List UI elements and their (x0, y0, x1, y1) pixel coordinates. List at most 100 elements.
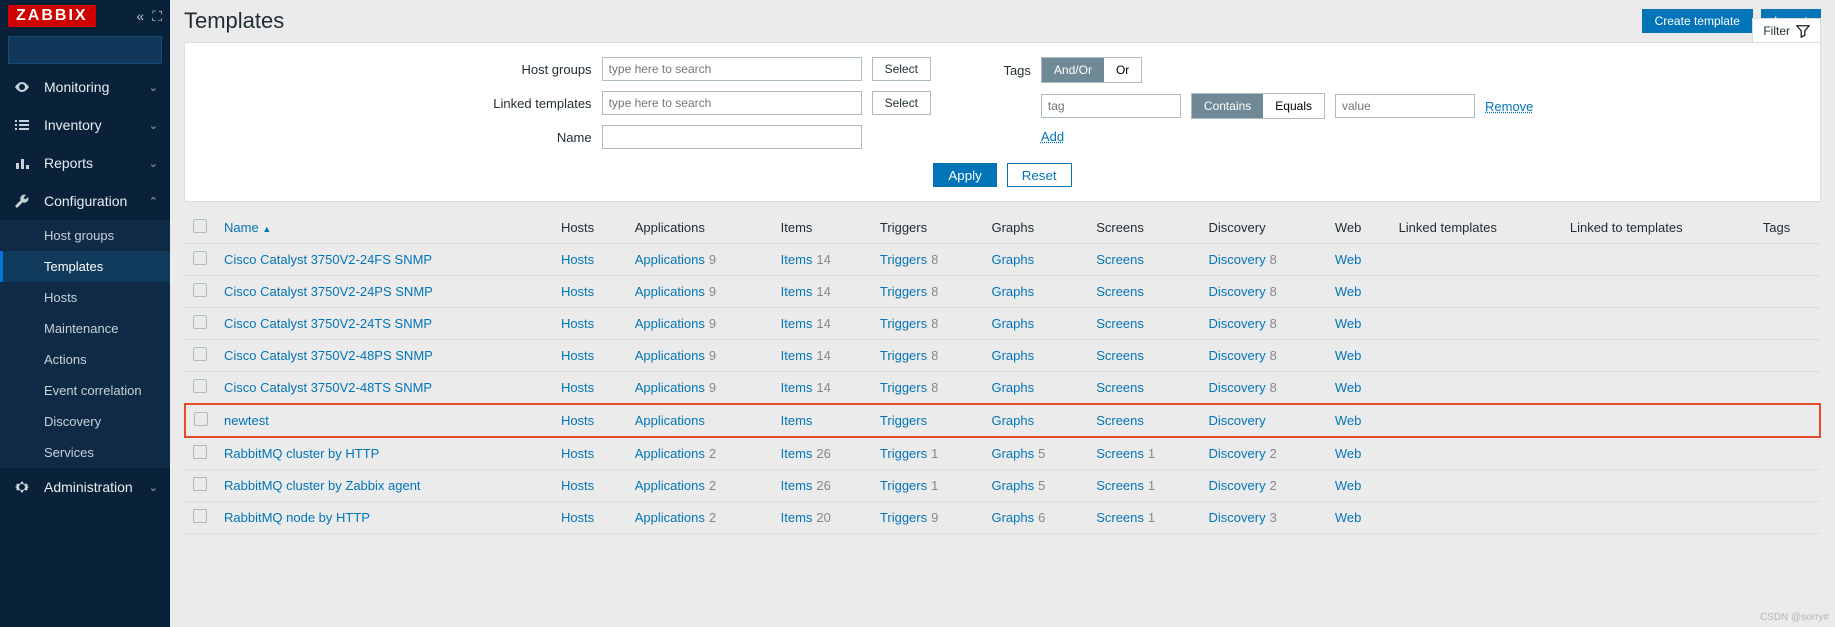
andor-option-1[interactable]: Or (1104, 58, 1141, 82)
apply-button[interactable]: Apply (933, 163, 996, 187)
sidebar-item-discovery[interactable]: Discovery (0, 406, 170, 437)
items-link[interactable]: Items (781, 252, 813, 267)
screens-link[interactable]: Screens (1096, 446, 1144, 461)
applications-link[interactable]: Applications (635, 284, 705, 299)
add-tag-link[interactable]: Add (1041, 129, 1064, 144)
select-all-checkbox[interactable] (193, 219, 207, 233)
linked-templates-select-button[interactable]: Select (872, 91, 931, 115)
triggers-link[interactable]: Triggers (880, 446, 927, 461)
hosts-link[interactable]: Hosts (561, 284, 594, 299)
col-linked-templates[interactable]: Linked templates (1391, 212, 1562, 244)
col-graphs[interactable]: Graphs (983, 212, 1088, 244)
template-name-link[interactable]: Cisco Catalyst 3750V2-24TS SNMP (224, 316, 432, 331)
triggers-link[interactable]: Triggers (880, 252, 927, 267)
filter-tab[interactable]: Filter (1752, 18, 1821, 42)
screens-link[interactable]: Screens (1096, 510, 1144, 525)
discovery-link[interactable]: Discovery (1209, 348, 1266, 363)
col-items[interactable]: Items (773, 212, 872, 244)
discovery-link[interactable]: Discovery (1209, 478, 1266, 493)
hosts-link[interactable]: Hosts (561, 316, 594, 331)
triggers-link[interactable]: Triggers (880, 413, 927, 428)
contains-option-1[interactable]: Equals (1263, 94, 1324, 118)
search-input[interactable] (15, 43, 192, 58)
sidebar-section-administration[interactable]: Administration⌄ (0, 468, 170, 506)
triggers-link[interactable]: Triggers (880, 478, 927, 493)
web-link[interactable]: Web (1335, 316, 1362, 331)
web-link[interactable]: Web (1335, 510, 1362, 525)
template-name-link[interactable]: Cisco Catalyst 3750V2-48TS SNMP (224, 380, 432, 395)
hosts-link[interactable]: Hosts (561, 380, 594, 395)
template-name-link[interactable]: Cisco Catalyst 3750V2-24FS SNMP (224, 252, 432, 267)
col-linked-to-templates[interactable]: Linked to templates (1562, 212, 1755, 244)
sidebar-item-services[interactable]: Services (0, 437, 170, 468)
web-link[interactable]: Web (1335, 252, 1362, 267)
graphs-link[interactable]: Graphs (991, 252, 1034, 267)
graphs-link[interactable]: Graphs (991, 284, 1034, 299)
applications-link[interactable]: Applications (635, 413, 705, 428)
discovery-link[interactable]: Discovery (1209, 316, 1266, 331)
graphs-link[interactable]: Graphs (991, 478, 1034, 493)
triggers-link[interactable]: Triggers (880, 284, 927, 299)
discovery-link[interactable]: Discovery (1209, 413, 1266, 428)
tag-name-input[interactable] (1041, 94, 1181, 118)
hosts-link[interactable]: Hosts (561, 252, 594, 267)
hosts-link[interactable]: Hosts (561, 510, 594, 525)
applications-link[interactable]: Applications (635, 478, 705, 493)
applications-link[interactable]: Applications (635, 446, 705, 461)
sidebar-section-reports[interactable]: Reports⌄ (0, 144, 170, 182)
linked-templates-input[interactable] (602, 91, 862, 115)
screens-link[interactable]: Screens (1096, 316, 1144, 331)
name-filter-input[interactable] (602, 125, 862, 149)
graphs-link[interactable]: Graphs (991, 446, 1034, 461)
sidebar-item-hosts[interactable]: Hosts (0, 282, 170, 313)
col-discovery[interactable]: Discovery (1201, 212, 1327, 244)
col-triggers[interactable]: Triggers (872, 212, 984, 244)
row-checkbox[interactable] (193, 251, 207, 265)
graphs-link[interactable]: Graphs (991, 380, 1034, 395)
triggers-link[interactable]: Triggers (880, 380, 927, 395)
applications-link[interactable]: Applications (635, 252, 705, 267)
items-link[interactable]: Items (781, 284, 813, 299)
items-link[interactable]: Items (781, 510, 813, 525)
web-link[interactable]: Web (1335, 284, 1362, 299)
items-link[interactable]: Items (781, 348, 813, 363)
applications-link[interactable]: Applications (635, 380, 705, 395)
contains-option-0[interactable]: Contains (1192, 94, 1263, 118)
row-checkbox[interactable] (194, 412, 208, 426)
discovery-link[interactable]: Discovery (1209, 510, 1266, 525)
triggers-link[interactable]: Triggers (880, 316, 927, 331)
reset-button[interactable]: Reset (1007, 163, 1072, 187)
screens-link[interactable]: Screens (1096, 348, 1144, 363)
sidebar-item-event-correlation[interactable]: Event correlation (0, 375, 170, 406)
row-checkbox[interactable] (193, 379, 207, 393)
row-checkbox[interactable] (193, 347, 207, 361)
create-template-button[interactable]: Create template (1642, 9, 1753, 33)
screens-link[interactable]: Screens (1096, 252, 1144, 267)
screens-link[interactable]: Screens (1096, 478, 1144, 493)
triggers-link[interactable]: Triggers (880, 510, 927, 525)
template-name-link[interactable]: Cisco Catalyst 3750V2-48PS SNMP (224, 348, 433, 363)
tag-value-input[interactable] (1335, 94, 1475, 118)
host-groups-input[interactable] (602, 57, 862, 81)
applications-link[interactable]: Applications (635, 510, 705, 525)
graphs-link[interactable]: Graphs (991, 348, 1034, 363)
row-checkbox[interactable] (193, 283, 207, 297)
col-tags[interactable]: Tags (1755, 212, 1820, 244)
discovery-link[interactable]: Discovery (1209, 252, 1266, 267)
screens-link[interactable]: Screens (1096, 413, 1144, 428)
items-link[interactable]: Items (781, 446, 813, 461)
graphs-link[interactable]: Graphs (991, 316, 1034, 331)
col-applications[interactable]: Applications (627, 212, 773, 244)
sidebar-section-inventory[interactable]: Inventory⌄ (0, 106, 170, 144)
sidebar-item-maintenance[interactable]: Maintenance (0, 313, 170, 344)
row-checkbox[interactable] (193, 509, 207, 523)
template-name-link[interactable]: newtest (224, 413, 269, 428)
applications-link[interactable]: Applications (635, 316, 705, 331)
items-link[interactable]: Items (781, 413, 813, 428)
discovery-link[interactable]: Discovery (1209, 380, 1266, 395)
sidebar-item-host-groups[interactable]: Host groups (0, 220, 170, 251)
web-link[interactable]: Web (1335, 413, 1362, 428)
sidebar-section-configuration[interactable]: Configuration⌃ (0, 182, 170, 220)
hosts-link[interactable]: Hosts (561, 413, 594, 428)
applications-link[interactable]: Applications (635, 348, 705, 363)
